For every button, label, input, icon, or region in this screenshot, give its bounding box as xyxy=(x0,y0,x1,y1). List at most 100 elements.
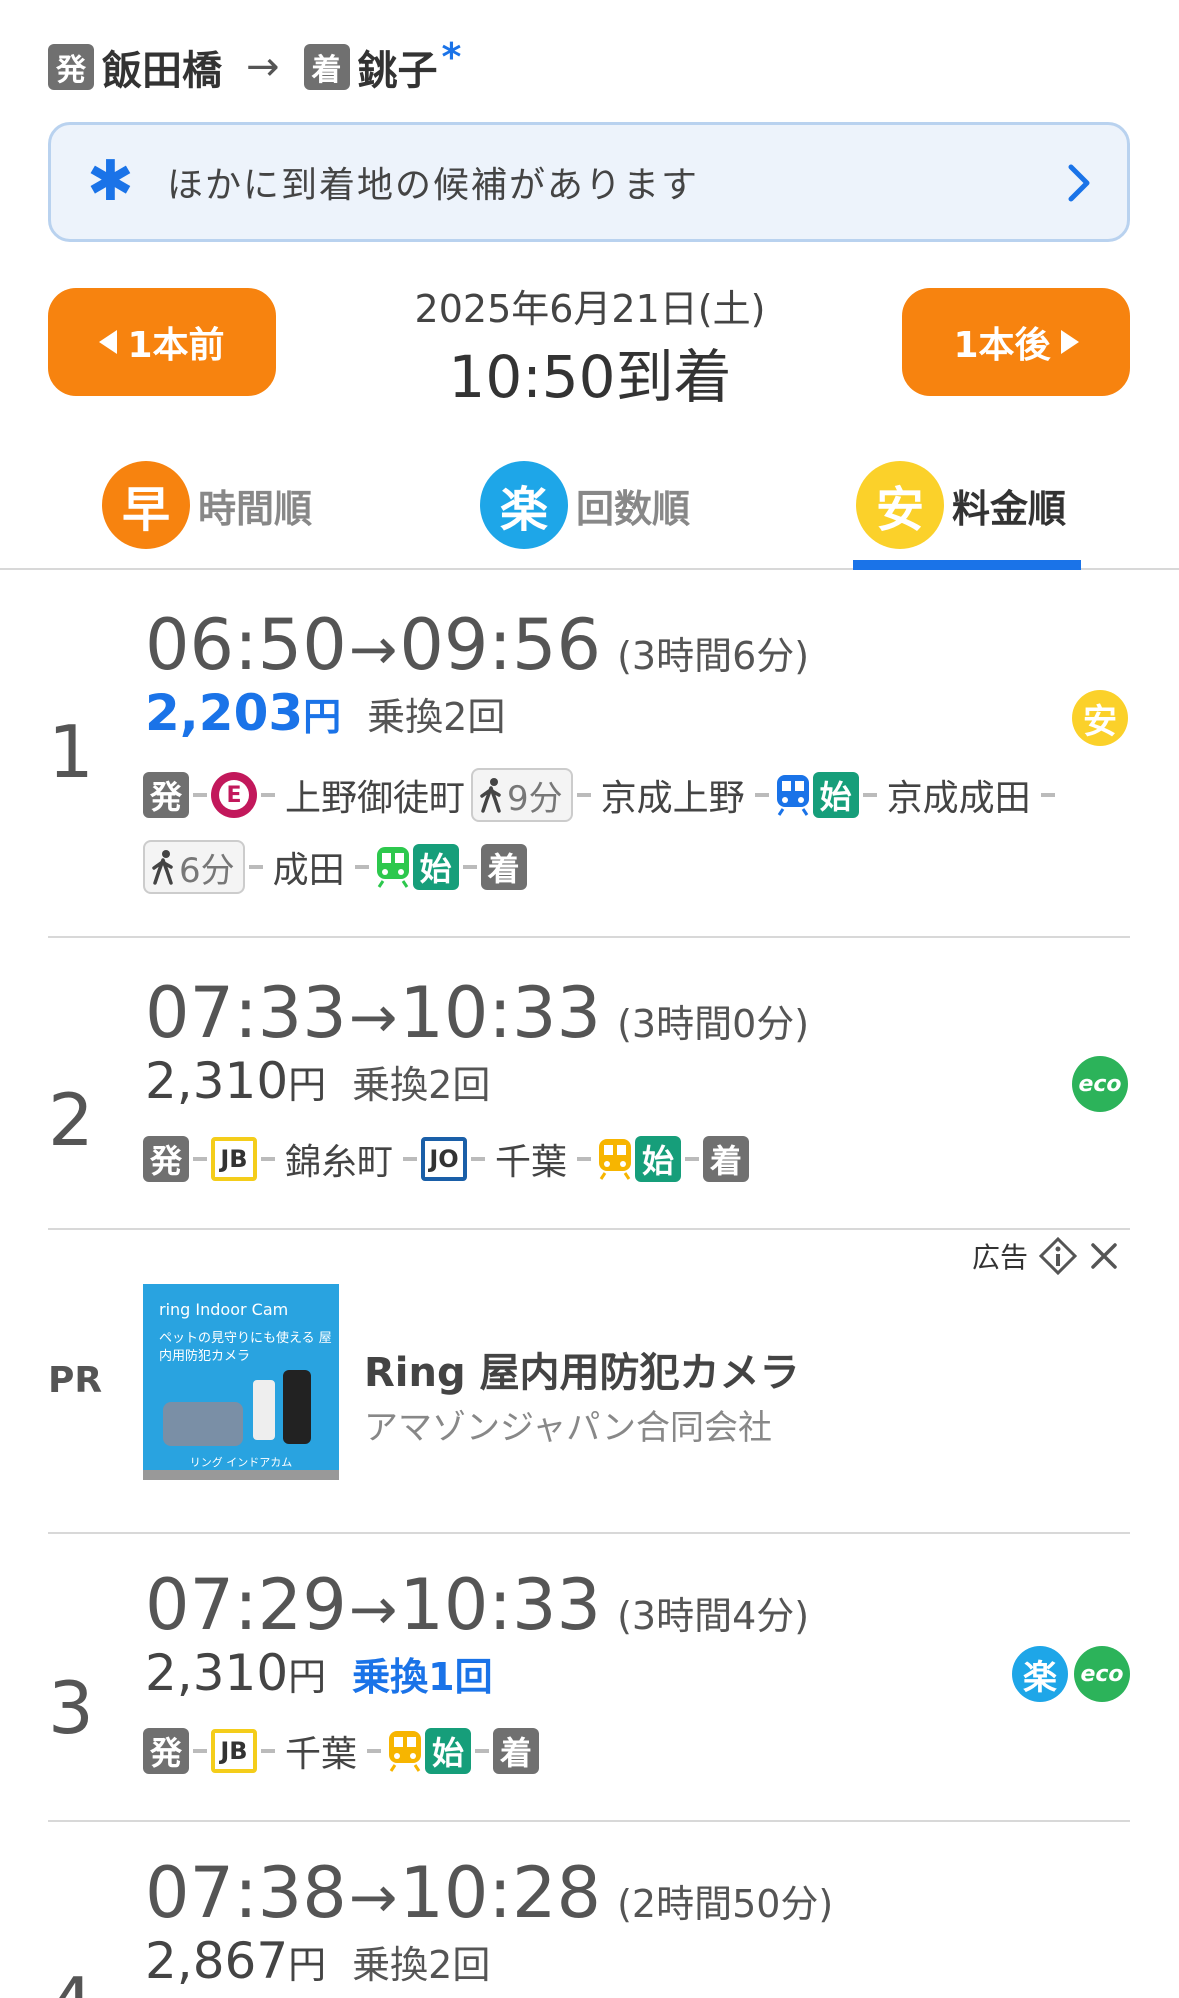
arrival-badge: 着 xyxy=(703,1136,750,1182)
fare-amount: 2,310 xyxy=(145,1644,289,1702)
time-arrow: → xyxy=(348,615,398,683)
route-times: 07:33 → 10:33 (3時間0分) xyxy=(145,972,809,1054)
tab-time-order[interactable]: 早 時間順 xyxy=(102,460,312,550)
sobu-line-icon: JB xyxy=(211,1729,257,1773)
route-number: 2 xyxy=(48,1078,94,1162)
time-arrow: → xyxy=(348,1863,398,1931)
route-segments-line2: 6分 成田 始 着 xyxy=(143,840,527,894)
previous-train-button[interactable]: 1本前 xyxy=(48,288,276,396)
ad-label: 広告 xyxy=(972,1236,1120,1276)
divider xyxy=(48,1228,1130,1230)
route-header: 発 飯田橋 → 着 銚子 * xyxy=(48,35,462,96)
arrival-time: 09:56 xyxy=(399,604,602,686)
station-name: 千葉 xyxy=(495,1142,568,1183)
arrival-time: 10:50到着 xyxy=(448,343,732,411)
station-name: 上野御徒町 xyxy=(285,778,466,819)
next-train-label: 1本後 xyxy=(953,325,1051,366)
originating-badge: 始 xyxy=(812,772,859,818)
sobu-line-icon: JB xyxy=(211,1137,257,1181)
route-number: 4 xyxy=(48,1962,94,1998)
chevron-right-icon xyxy=(1068,164,1090,202)
fare-amount: 2,203 xyxy=(145,684,304,742)
fast-icon: 早 xyxy=(102,461,190,549)
station-name: 錦糸町 xyxy=(285,1142,394,1183)
train-icon xyxy=(599,1139,632,1180)
camera-device-image xyxy=(283,1370,311,1444)
destination-station: 銚子 xyxy=(357,48,438,94)
transfer-count: 乗換1回 xyxy=(352,1655,493,1699)
ad-info-icon[interactable] xyxy=(1038,1236,1078,1276)
ad-title[interactable]: Ring 屋内用防犯カメラ xyxy=(364,1340,800,1398)
ad-image-copy: ペットの見守りにも使える 屋内用防犯カメラ xyxy=(159,1331,332,1364)
route-segments-line1: 発 E 上野御徒町 9分 京成上野 始 京成成田 xyxy=(143,768,1059,822)
route-result-3[interactable]: 3 07:29 → 10:33 (3時間4分) 2,310 円 乗換1回 楽 e… xyxy=(0,1534,1179,1820)
route-times: 07:38 → 10:28 (2時間50分) xyxy=(145,1852,833,1934)
walk-icon xyxy=(152,850,173,885)
fare: 2,867 円 乗換2回 xyxy=(145,1932,490,1990)
cheap-icon: 安 xyxy=(856,461,944,549)
duration: (3時間4分) xyxy=(617,1594,810,1638)
fare-amount: 2,310 xyxy=(145,1052,289,1110)
route-number: 3 xyxy=(48,1666,94,1750)
walk-icon xyxy=(480,778,501,813)
tab-transfer-order[interactable]: 楽 回数順 xyxy=(480,460,690,550)
alternate-destination-banner[interactable]: ✱ ほかに到着地の候補があります xyxy=(48,122,1130,242)
departure-time: 06:50 xyxy=(145,604,347,686)
sort-tabs: 早 時間順 楽 回数順 安 料金順 xyxy=(0,440,1179,570)
departure-badge: 発 xyxy=(143,772,189,818)
arrival-time: 10:33 xyxy=(399,972,602,1054)
fare-yen: 円 xyxy=(288,1655,327,1699)
train-icon xyxy=(376,847,409,888)
route-result-1[interactable]: 1 06:50 → 09:56 (3時間6分) 2,203 円 乗換2回 安 発… xyxy=(0,570,1179,936)
destination-note-star: * xyxy=(441,35,462,79)
duration: (2時間50分) xyxy=(617,1882,834,1926)
departure-time: 07:33 xyxy=(145,972,347,1054)
eco-tag: eco xyxy=(1074,1646,1130,1702)
next-train-button[interactable]: 1本後 xyxy=(902,288,1130,396)
departure-badge: 発 xyxy=(143,1728,189,1774)
walk-minutes: 6分 xyxy=(179,850,235,891)
departure-time: 07:29 xyxy=(145,1564,347,1646)
arrival-time: 10:28 xyxy=(399,1852,602,1934)
ad-image-footer: リング インドアカム xyxy=(189,1456,293,1469)
triangle-left-icon xyxy=(99,330,118,354)
fare: 2,203 円 乗換2回 xyxy=(145,684,505,742)
oedo-line-icon: E xyxy=(211,772,257,818)
ad-image[interactable]: ring Indoor Cam ペットの見守りにも使える 屋内用防犯カメラ リン… xyxy=(143,1284,339,1480)
active-tab-indicator xyxy=(853,560,1081,570)
ad-label-text: 広告 xyxy=(972,1241,1029,1274)
ad-image-brand: ring Indoor Cam xyxy=(159,1300,289,1319)
time-arrow: → xyxy=(348,1575,398,1643)
origin-station: 飯田橋 xyxy=(102,48,222,94)
fare-yen: 円 xyxy=(288,1943,327,1987)
pr-label: PR xyxy=(48,1360,103,1401)
eco-tag: eco xyxy=(1072,1056,1128,1112)
station-name: 成田 xyxy=(272,850,345,891)
tab-fare-order[interactable]: 安 料金順 xyxy=(856,460,1066,550)
tab-label: 回数順 xyxy=(576,486,691,531)
previous-train-label: 1本前 xyxy=(127,325,225,366)
duration: (3時間6分) xyxy=(617,634,810,678)
route-times: 07:29 → 10:33 (3時間4分) xyxy=(145,1564,809,1646)
originating-badge: 始 xyxy=(425,1728,472,1774)
cheapest-tag: 安 xyxy=(1072,690,1128,746)
fare-yen: 円 xyxy=(288,1063,327,1107)
route-times: 06:50 → 09:56 (3時間6分) xyxy=(145,604,809,686)
route-segments: 発 JB 錦糸町 JO 千葉 始 着 xyxy=(143,1134,750,1184)
sobu-rapid-line-icon: JO xyxy=(421,1137,468,1181)
transfer-count: 乗換2回 xyxy=(352,1063,491,1107)
pet-image xyxy=(163,1402,243,1446)
walk-minutes: 9分 xyxy=(507,778,563,819)
departure-time: 07:38 xyxy=(145,1852,347,1934)
close-icon[interactable] xyxy=(1088,1240,1120,1272)
ad-advertiser: アマゾンジャパン合同会社 xyxy=(364,1408,772,1448)
arrival-time: 10:33 xyxy=(399,1564,602,1646)
originating-badge: 始 xyxy=(412,844,459,890)
route-result-2[interactable]: 2 07:33 → 10:33 (3時間0分) 2,310 円 乗換2回 eco… xyxy=(0,938,1179,1228)
train-icon xyxy=(776,775,809,816)
route-result-4[interactable]: 4 07:38 → 10:28 (2時間50分) 2,867 円 乗換2回 xyxy=(0,1822,1179,1998)
walk-segment: 6分 xyxy=(143,840,245,894)
departure-badge: 発 xyxy=(48,44,94,90)
duration: (3時間0分) xyxy=(617,1002,810,1046)
arrival-badge: 着 xyxy=(493,1728,540,1774)
